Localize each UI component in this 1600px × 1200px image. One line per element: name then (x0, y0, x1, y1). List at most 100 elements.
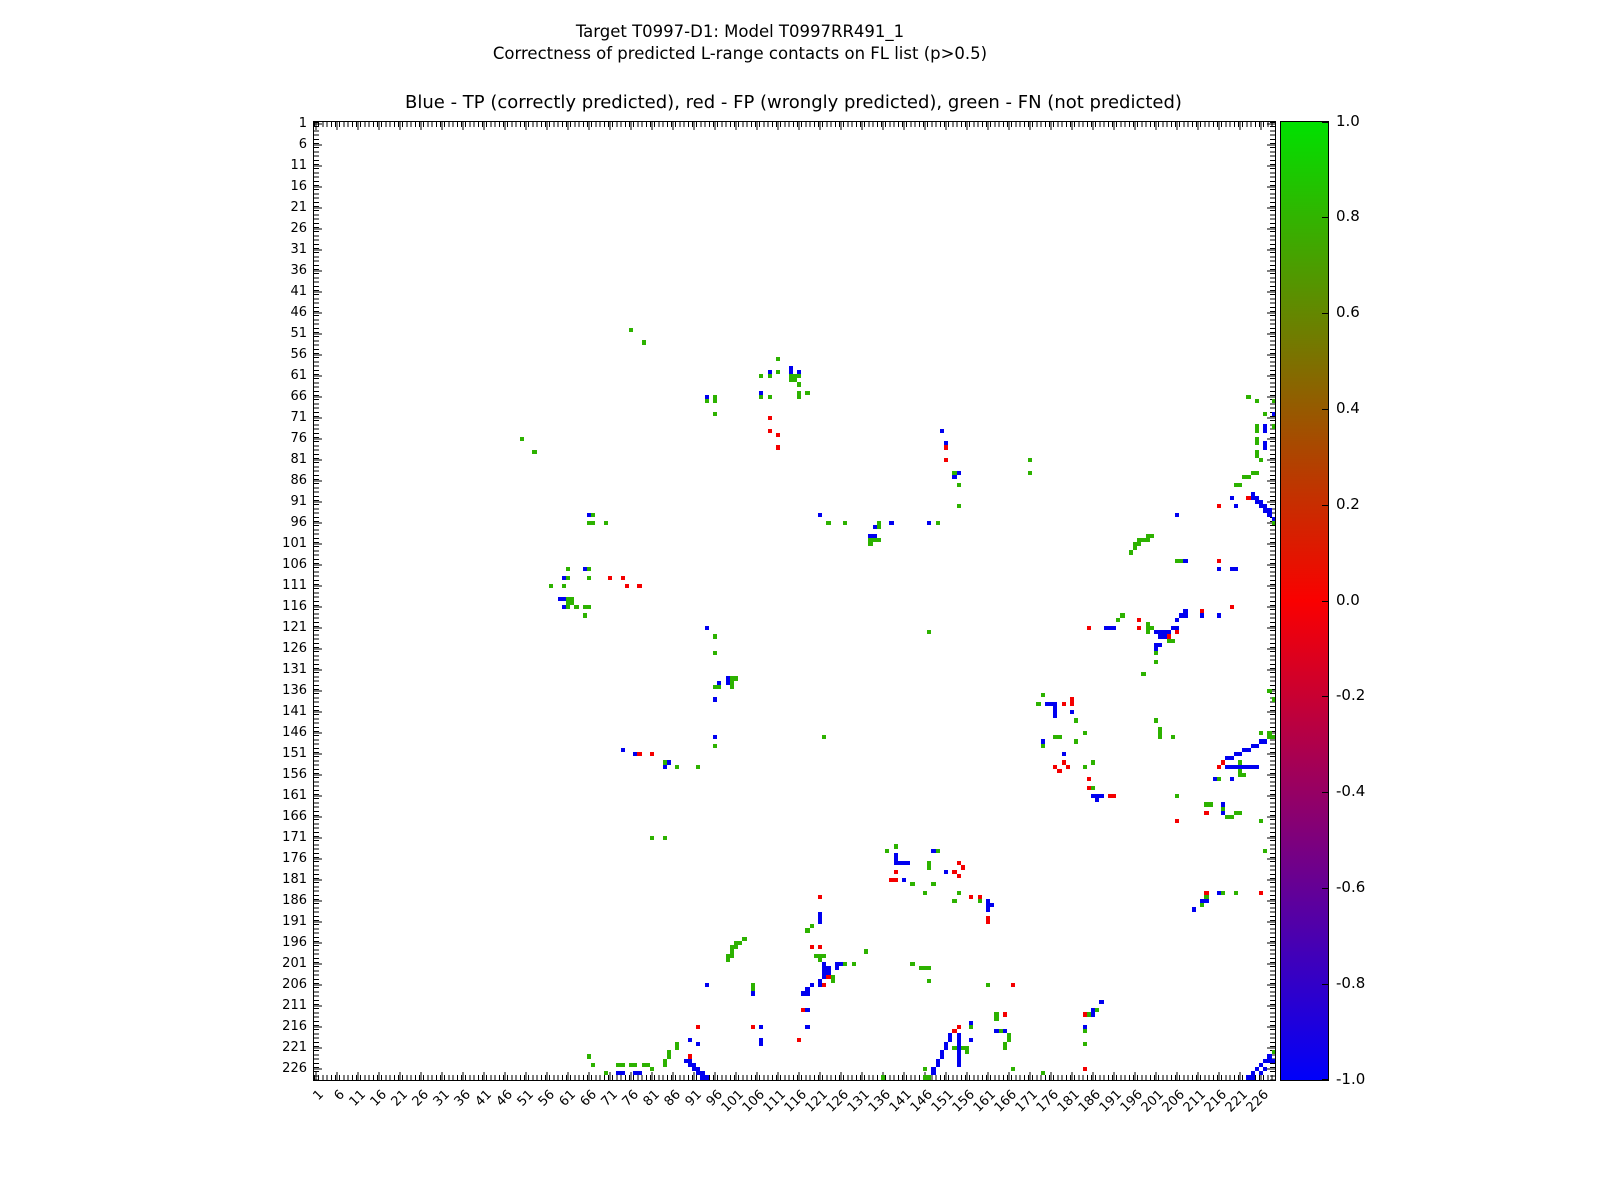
contact-cell-tp (957, 471, 961, 475)
contact-cell-fn (1158, 735, 1162, 739)
contact-cell-fp (1175, 819, 1179, 823)
contact-cell-fn (1171, 735, 1175, 739)
colorbar-tick-mark (1322, 984, 1328, 985)
contact-cell-fn (549, 584, 553, 588)
colorbar-tick-mark (1322, 505, 1328, 506)
contact-cell-fn (864, 949, 868, 953)
contact-cell-tp (637, 1071, 641, 1075)
contact-cell-tp (1272, 1059, 1276, 1063)
contact-cell-fn (978, 899, 982, 903)
colorbar-tick-mark (1322, 122, 1328, 123)
contact-cell-tp (1070, 710, 1074, 714)
bottom-axis-major-ticks (314, 1072, 1275, 1080)
contact-cell-fn (1200, 903, 1204, 907)
contact-cell-fn (1083, 765, 1087, 769)
contact-cell-fn (1263, 849, 1267, 853)
contact-cell-fn (936, 849, 940, 853)
colorbar-tick-mark (1322, 792, 1328, 793)
y-tick-label: 211 (267, 999, 307, 1012)
contact-cell-fn (759, 395, 763, 399)
contact-cell-tp (713, 697, 717, 701)
contact-cell-fp (776, 445, 780, 449)
contact-cell-fn (604, 1071, 608, 1075)
contact-cell-fn (952, 899, 956, 903)
contact-cell-fp (1217, 559, 1221, 563)
contact-cell-tp (696, 1042, 700, 1046)
y-tick-label: 101 (267, 537, 307, 550)
contact-cell-fn (520, 437, 524, 441)
axes-title: Blue - TP (correctly predicted), red - F… (313, 92, 1274, 113)
contact-cell-tp (805, 1025, 809, 1029)
contact-cell-tp (902, 878, 906, 882)
y-tick-label: 26 (267, 222, 307, 235)
contact-cell-fn (797, 395, 801, 399)
contact-cell-fn (927, 630, 931, 634)
contact-cell-tp (1175, 513, 1179, 517)
contact-cell-tp (1230, 496, 1234, 500)
y-tick-label: 156 (267, 768, 307, 781)
contact-cell-tp (957, 1063, 961, 1067)
contact-cell-tp (969, 1038, 973, 1042)
contact-cell-fn (822, 735, 826, 739)
contact-cell-fn (1272, 424, 1276, 428)
y-tick-label: 151 (267, 747, 307, 760)
y-tick-label: 146 (267, 726, 307, 739)
colorbar-tick-mark (1322, 696, 1328, 697)
contact-cell-fn (1246, 395, 1250, 399)
y-tick-label: 41 (267, 285, 307, 298)
left-axis-major-ticks (314, 122, 322, 1080)
contact-cell-tp (1204, 899, 1208, 903)
contact-cell-tp (948, 1038, 952, 1042)
contact-cell-fn (738, 941, 742, 945)
y-tick-label: 176 (267, 852, 307, 865)
contact-cell-fn (910, 962, 914, 966)
contact-cell-fp (625, 584, 629, 588)
y-tick-label: 226 (267, 1062, 307, 1075)
y-tick-label: 91 (267, 495, 307, 508)
figure: Target T0997-D1: Model T0997RR491_1 Corr… (0, 0, 1600, 1200)
contact-cell-fp (1230, 605, 1234, 609)
contact-cell-fn (1091, 760, 1095, 764)
contact-cell-fp (637, 584, 641, 588)
contact-cell-fn (927, 1080, 931, 1081)
contact-cell-tp (835, 966, 839, 970)
contact-cell-fn (1041, 1071, 1045, 1075)
colorbar-tick-mark (1322, 601, 1328, 602)
contact-cell-fp (810, 945, 814, 949)
y-tick-label: 171 (267, 831, 307, 844)
contact-cell-fn (877, 525, 881, 529)
y-tick-label: 121 (267, 621, 307, 634)
contact-cell-fn (881, 1075, 885, 1079)
top-axis-major-ticks (314, 122, 1275, 130)
contact-cell-fn (936, 521, 940, 525)
contact-cell-tp (839, 962, 843, 966)
contact-cell-tp (667, 760, 671, 764)
contact-cell-fn (705, 399, 709, 403)
contact-cell-fp (776, 433, 780, 437)
contact-cell-fp (1259, 891, 1263, 895)
contact-cell-fn (616, 1080, 620, 1081)
contact-cell-tp (1154, 647, 1158, 651)
contact-cell-tp (705, 626, 709, 630)
contact-cell-fn (1041, 693, 1045, 697)
colorbar-tick-mark (1322, 409, 1328, 410)
contact-cell-fp (944, 445, 948, 449)
contact-cell-fn (591, 1063, 595, 1067)
colorbar-tick-mark (1322, 217, 1328, 218)
contact-cell-fn (717, 685, 721, 689)
colorbar-tick-mark (1322, 1079, 1328, 1080)
contact-cell-fn (1057, 735, 1061, 739)
y-tick-label: 66 (267, 390, 307, 403)
contact-cell-fn (969, 1025, 973, 1029)
contact-cell-fp (894, 878, 898, 882)
contact-cell-fn (730, 685, 734, 689)
contact-cell-fn (957, 504, 961, 508)
contact-cell-fn (1272, 1050, 1276, 1054)
contact-cell-fn (1074, 739, 1078, 743)
contact-cell-fn (591, 521, 595, 525)
contact-cell-fn (843, 962, 847, 966)
contact-cell-fn (1272, 735, 1276, 739)
contact-cell-fn (1041, 744, 1045, 748)
y-tick-label: 106 (267, 558, 307, 571)
contact-cell-fn (894, 844, 898, 848)
